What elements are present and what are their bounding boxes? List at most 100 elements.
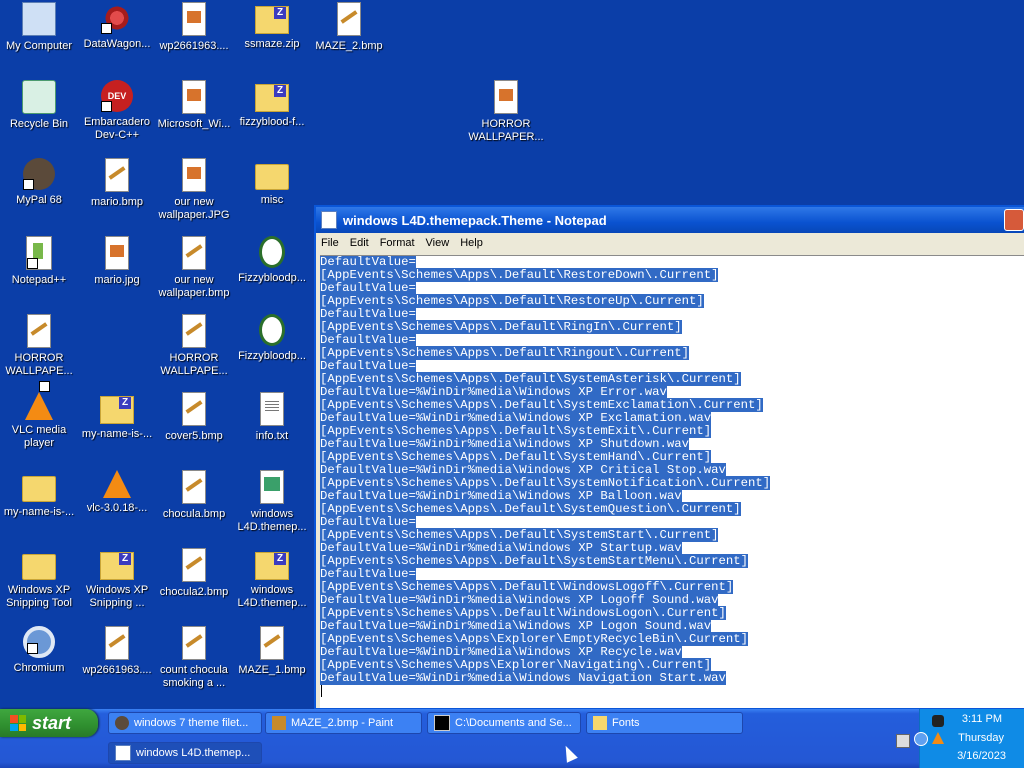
desktop-icon-label: mario.bmp bbox=[91, 196, 143, 208]
desktop-icon[interactable]: my-name-is-... bbox=[78, 392, 156, 441]
taskbar-button-notepad[interactable]: windows L4D.themep... bbox=[108, 742, 262, 764]
network-icon[interactable] bbox=[932, 715, 944, 727]
desktop-icon[interactable]: windows L4D.themep... bbox=[233, 470, 311, 534]
notepadpp-icon bbox=[26, 236, 52, 270]
desktop-icon[interactable]: cover5.bmp bbox=[155, 392, 233, 443]
taskbar: start windows 7 theme filet... MAZE_2.bm… bbox=[0, 709, 1024, 768]
menu-view[interactable]: View bbox=[421, 237, 456, 249]
selected-text: DefaultValue=%WinDir%media\Windows XP Re… bbox=[320, 645, 682, 659]
desktop-icon-label: Microsoft_Wi... bbox=[157, 118, 231, 130]
desktop-icon[interactable]: MAZE_1.bmp bbox=[233, 626, 311, 677]
paint-icon bbox=[272, 716, 286, 730]
desktop-icon[interactable]: our new wallpaper.bmp bbox=[155, 236, 233, 300]
menu-format[interactable]: Format bbox=[375, 237, 421, 249]
desktop-icon[interactable]: wp2661963.... bbox=[155, 2, 233, 53]
desktop-icon[interactable]: HORROR WALLPAPER... bbox=[467, 80, 545, 144]
selected-text: DefaultValue=%WinDir%media\Windows XP St… bbox=[320, 541, 682, 555]
desktop-icon-label: Windows XP Snipping Tool bbox=[6, 584, 72, 609]
desktop-icon[interactable]: DataWagon... bbox=[78, 2, 156, 51]
desktop-icon[interactable]: Fizzybloodp... bbox=[233, 314, 311, 363]
zip-folder-icon bbox=[255, 6, 289, 34]
desktop-icon[interactable]: vlc-3.0.18-... bbox=[78, 470, 156, 515]
desktop-icon[interactable]: Notepad++ bbox=[0, 236, 78, 287]
desktop-icon[interactable]: chocula2.bmp bbox=[155, 548, 233, 599]
desktop-icon[interactable]: Chromium bbox=[0, 626, 78, 675]
desktop-icon[interactable]: mario.bmp bbox=[78, 158, 156, 209]
desktop-icon[interactable]: HORROR WALLPAPE... bbox=[155, 314, 233, 378]
paint-file-icon bbox=[337, 2, 361, 36]
notepad-titlebar[interactable]: windows L4D.themepack.Theme - Notepad bbox=[316, 207, 1024, 233]
desktop-icon[interactable]: VLC media player bbox=[0, 381, 78, 450]
desktop-icon[interactable]: Fizzybloodp... bbox=[233, 236, 311, 285]
desktop-icon[interactable]: count chocula smoking a ... bbox=[155, 626, 233, 690]
selected-text: [AppEvents\Schemes\Apps\.Default\Windows… bbox=[320, 606, 726, 620]
vlc-tray-icon[interactable] bbox=[932, 732, 944, 744]
desktop-icon[interactable]: misc bbox=[233, 158, 311, 207]
desktop-icon[interactable]: Windows XP Snipping ... bbox=[78, 548, 156, 610]
start-label: start bbox=[32, 712, 72, 733]
folder-icon bbox=[593, 716, 607, 730]
image-file-icon bbox=[182, 80, 206, 114]
text-caret bbox=[321, 685, 322, 697]
selected-text: DefaultValue=%WinDir%media\Windows XP Er… bbox=[320, 385, 667, 399]
taskbar-button-fonts[interactable]: Fonts bbox=[586, 712, 743, 734]
desktop-icon[interactable]: ssmaze.zip bbox=[233, 2, 311, 51]
taskbar-button-paint[interactable]: MAZE_2.bmp - Paint bbox=[265, 712, 422, 734]
expand-tray-icon[interactable] bbox=[914, 732, 928, 746]
start-button[interactable]: start bbox=[0, 709, 98, 737]
desktop-icon[interactable]: fizzyblood-f... bbox=[233, 80, 311, 129]
text-line: DefaultValue=%WinDir%media\Windows Navig… bbox=[320, 671, 1024, 685]
desktop-icon[interactable]: chocula.bmp bbox=[155, 470, 233, 521]
desktop-icon[interactable]: my-name-is-... bbox=[0, 470, 78, 519]
text-line: [AppEvents\Schemes\Apps\.Default\Restore… bbox=[320, 268, 1024, 282]
paint-file-icon bbox=[182, 314, 206, 348]
desktop-icon[interactable]: HORROR WALLPAPE... bbox=[0, 314, 78, 378]
desktop-icon-label: our new wallpaper.bmp bbox=[158, 274, 230, 299]
notepad-window[interactable]: windows L4D.themepack.Theme - Notepad Fi… bbox=[314, 205, 1024, 710]
desktop-icon-label: mario.jpg bbox=[94, 274, 140, 286]
desktop-icon[interactable]: info.txt bbox=[233, 392, 311, 443]
selected-text: DefaultValue=%WinDir%media\Windows XP Sh… bbox=[320, 437, 689, 451]
desktop-icon-label: Notepad++ bbox=[11, 274, 67, 286]
desktop-icon[interactable]: MyPal 68 bbox=[0, 158, 78, 207]
menu-help[interactable]: Help bbox=[455, 237, 489, 249]
desktop-icon-label: Fizzybloodp... bbox=[238, 272, 306, 284]
desktop-icon[interactable]: our new wallpaper.JPG bbox=[155, 158, 233, 222]
desktop-icon-label: VLC media player bbox=[11, 424, 67, 449]
paint-file-icon bbox=[260, 626, 284, 660]
keyboard-icon[interactable] bbox=[896, 734, 910, 748]
selected-text: DefaultValue= bbox=[320, 307, 416, 321]
desktop-icon-label: misc bbox=[260, 194, 284, 206]
selected-text: [AppEvents\Schemes\Apps\Explorer\EmptyRe… bbox=[320, 632, 749, 646]
desktop-icon[interactable]: wp2661963.... bbox=[78, 626, 156, 677]
desktop-icon[interactable]: Recycle Bin bbox=[0, 80, 78, 131]
menu-edit[interactable]: Edit bbox=[345, 237, 375, 249]
desktop-icon[interactable]: MAZE_2.bmp bbox=[310, 2, 388, 53]
folder-icon bbox=[22, 476, 56, 502]
image-file-icon bbox=[494, 80, 518, 114]
desktop-icon-label: MyPal 68 bbox=[16, 194, 62, 206]
selected-text: [AppEvents\Schemes\Apps\.Default\SystemA… bbox=[320, 372, 741, 386]
cmd-icon bbox=[434, 715, 450, 731]
text-content: DefaultValue= [AppEvents\Schemes\Apps\.De… bbox=[320, 256, 1024, 685]
paint-file-icon bbox=[182, 626, 206, 660]
taskbar-button-cmd[interactable]: C:\Documents and Se... bbox=[427, 712, 581, 734]
text-editor[interactable]: DefaultValue= [AppEvents\Schemes\Apps\.De… bbox=[320, 255, 1024, 708]
desktop-icon[interactable]: Microsoft_Wi... bbox=[155, 80, 233, 131]
close-icon[interactable] bbox=[1004, 209, 1024, 231]
desktop-icon[interactable]: mario.jpg bbox=[78, 236, 156, 287]
desktop-icon-label: Chromium bbox=[13, 662, 65, 674]
desktop-icon[interactable]: DEV Embarcadero Dev-C++ bbox=[78, 80, 156, 142]
desktop-icon[interactable]: windows L4D.themep... bbox=[233, 548, 311, 610]
desktop-icon[interactable]: My Computer bbox=[0, 2, 78, 53]
window-title: windows L4D.themepack.Theme - Notepad bbox=[343, 212, 607, 228]
menu-file[interactable]: File bbox=[316, 237, 345, 249]
desktop-icon-label: our new wallpaper.JPG bbox=[158, 196, 230, 221]
mypal-icon bbox=[115, 716, 129, 730]
desktop-icon-label: vlc-3.0.18-... bbox=[86, 502, 148, 514]
text-line: [AppEvents\Schemes\Apps\.Default\SystemS… bbox=[320, 554, 1024, 568]
desktop-icon[interactable]: Windows XP Snipping Tool bbox=[0, 548, 78, 610]
taskbar-button-windows7-theme[interactable]: windows 7 theme filet... bbox=[108, 712, 262, 734]
clock-time[interactable]: 3:11 PM bbox=[962, 713, 1002, 725]
folder-icon bbox=[22, 554, 56, 580]
